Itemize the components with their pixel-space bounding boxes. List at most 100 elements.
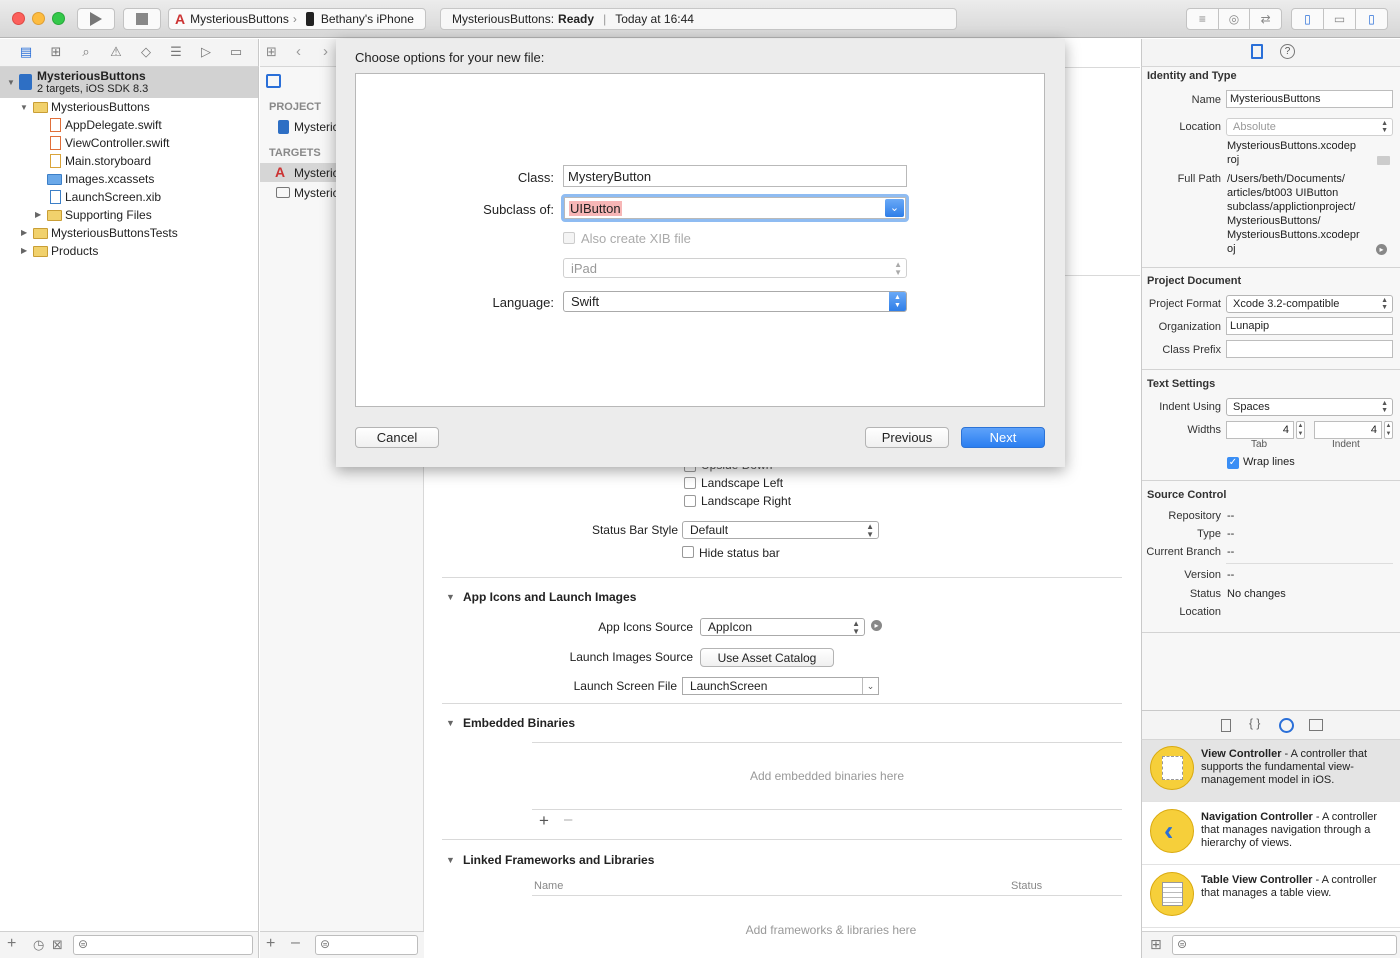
location-popup[interactable]: Absolute ▲ ▼: [1226, 118, 1393, 136]
source-control-filter-icon[interactable]: ⊠: [52, 937, 63, 953]
tree-item[interactable]: Main.storyboard: [0, 152, 259, 170]
object-library-icon[interactable]: [1279, 718, 1294, 733]
media-library-icon[interactable]: [1309, 719, 1323, 731]
tab-width-stepper[interactable]: ▲ ▼: [1296, 421, 1305, 439]
tree-item[interactable]: AppDelegate.swift: [0, 116, 259, 134]
disclosure-open-icon[interactable]: ▼: [20, 103, 28, 112]
file-inspector-icon[interactable]: [1251, 44, 1263, 59]
recent-files-icon[interactable]: ◷: [33, 937, 44, 953]
hide-list-icon[interactable]: [266, 74, 281, 88]
related-items-icon[interactable]: ⊞: [266, 44, 277, 60]
create-xib-checkbox[interactable]: [563, 232, 575, 244]
issue-navigator-icon[interactable]: ⚠: [107, 44, 125, 60]
add-binary-icon[interactable]: +: [539, 811, 549, 831]
column-header-status[interactable]: Status: [1011, 880, 1042, 892]
code-snippet-library-icon[interactable]: { }: [1249, 716, 1260, 730]
tree-item[interactable]: LaunchScreen.xib: [0, 188, 259, 206]
disclosure-closed-icon[interactable]: ▶: [35, 210, 41, 219]
scheme-selector[interactable]: A MysteriousButtons › Bethany's iPhone: [168, 8, 426, 30]
status-bar-style-popup[interactable]: Default ▲ ▼: [682, 521, 879, 539]
close-window-button[interactable]: [12, 12, 25, 25]
minimize-window-button[interactable]: [32, 12, 45, 25]
debug-navigator-icon[interactable]: ☰: [167, 44, 185, 60]
indent-width-stepper[interactable]: ▲ ▼: [1384, 421, 1393, 439]
library-item[interactable]: Table View Controller - A controller tha…: [1142, 866, 1400, 928]
disclosure-open-icon[interactable]: ▼: [7, 78, 15, 87]
tree-item[interactable]: ▶ MysteriousButtonsTests: [0, 224, 259, 242]
target-filter-input[interactable]: ⊜: [315, 935, 418, 955]
reveal-in-finder-icon[interactable]: ▸: [1376, 244, 1387, 255]
project-row[interactable]: ▼ MysteriousButtons 2 targets, iOS SDK 8…: [0, 67, 258, 98]
tree-item[interactable]: ▼ MysteriousButtons: [0, 98, 259, 116]
language-popup[interactable]: Swift ▲ ▼: [563, 291, 907, 312]
project-list-item[interactable]: Mysteric: [260, 118, 339, 136]
hide-status-bar-checkbox[interactable]: [682, 546, 694, 558]
chevron-down-icon[interactable]: ⌄: [862, 678, 878, 694]
choose-folder-icon[interactable]: [1377, 156, 1390, 165]
indent-width-field[interactable]: 4: [1314, 421, 1382, 439]
project-navigator-icon[interactable]: ▤: [17, 44, 35, 60]
back-arrow-icon[interactable]: ‹: [296, 43, 301, 60]
chevron-down-icon[interactable]: ⌄: [885, 199, 904, 217]
tree-item[interactable]: Images.xcassets: [0, 170, 259, 188]
landscape-right-checkbox[interactable]: [684, 495, 696, 507]
report-navigator-icon[interactable]: ▭: [227, 44, 245, 60]
class-prefix-field[interactable]: [1226, 340, 1393, 358]
device-name[interactable]: Bethany's iPhone: [321, 12, 414, 26]
symbol-navigator-icon[interactable]: ⊞: [47, 44, 65, 60]
column-header-name[interactable]: Name: [534, 880, 563, 892]
app-icons-source-popup[interactable]: AppIcon ▲ ▼: [700, 618, 865, 636]
class-name-input[interactable]: MysteryButton: [563, 165, 907, 187]
add-icon[interactable]: +: [7, 935, 16, 953]
tab-width-field[interactable]: 4: [1226, 421, 1294, 439]
target-list-item[interactable]: Mysteric: [260, 184, 339, 202]
disclosure-closed-icon[interactable]: ▶: [21, 228, 27, 237]
disclosure-open-icon[interactable]: ▼: [446, 718, 455, 728]
name-field[interactable]: MysteriousButtons: [1226, 90, 1393, 108]
library-item[interactable]: ‹ Navigation Controller - A controller t…: [1142, 803, 1400, 865]
remove-binary-icon[interactable]: –: [564, 811, 572, 828]
wrap-lines-checkbox[interactable]: ✓: [1227, 457, 1239, 469]
section-divider: [1142, 267, 1400, 268]
forward-arrow-icon[interactable]: ›: [323, 43, 328, 60]
find-navigator-icon[interactable]: ⌕: [77, 44, 95, 60]
quick-help-icon[interactable]: ?: [1280, 44, 1295, 59]
previous-button[interactable]: Previous: [865, 427, 949, 448]
stop-button[interactable]: [123, 8, 161, 30]
use-asset-catalog-button[interactable]: Use Asset Catalog: [700, 648, 834, 667]
device-family-popup[interactable]: iPad ▲ ▼: [563, 258, 907, 278]
tree-item[interactable]: ▶ Supporting Files: [0, 206, 259, 224]
file-template-library-icon[interactable]: [1221, 719, 1231, 732]
standard-editor-icon[interactable]: ≡: [1187, 9, 1219, 29]
remove-target-icon[interactable]: –: [291, 934, 300, 952]
utilities-toggle-icon[interactable]: ▯: [1356, 9, 1387, 29]
run-button[interactable]: [77, 8, 115, 30]
navigator-filter-input[interactable]: ⊜: [73, 935, 253, 955]
landscape-left-checkbox[interactable]: [684, 477, 696, 489]
disclosure-open-icon[interactable]: ▼: [446, 592, 455, 602]
breakpoint-navigator-icon[interactable]: ▷: [197, 44, 215, 60]
indent-using-popup[interactable]: Spaces ▲ ▼: [1226, 398, 1393, 416]
subclass-combo-box[interactable]: UIButton ⌄: [564, 197, 906, 219]
add-target-icon[interactable]: +: [266, 935, 275, 953]
tree-item[interactable]: ▶ Products: [0, 242, 259, 260]
assistant-editor-icon[interactable]: ◎: [1219, 9, 1251, 29]
version-editor-icon[interactable]: ⇄: [1250, 9, 1281, 29]
debug-area-toggle-icon[interactable]: ▭: [1324, 9, 1356, 29]
disclosure-open-icon[interactable]: ▼: [446, 855, 455, 865]
next-button[interactable]: Next: [961, 427, 1045, 448]
test-navigator-icon[interactable]: ◇: [137, 44, 155, 60]
disclosure-closed-icon[interactable]: ▶: [21, 246, 27, 255]
project-format-popup[interactable]: Xcode 3.2-compatible ▲ ▼: [1226, 295, 1393, 313]
library-item[interactable]: View Controller - A controller that supp…: [1142, 740, 1400, 802]
library-filter-input[interactable]: ⊜: [1172, 935, 1397, 955]
target-list-item[interactable]: A Mysteric: [260, 163, 339, 182]
organization-field[interactable]: Lunapip: [1226, 317, 1393, 335]
launch-screen-file-combo[interactable]: LaunchScreen ⌄: [682, 677, 879, 695]
zoom-window-button[interactable]: [52, 12, 65, 25]
navigator-toggle-icon[interactable]: ▯: [1292, 9, 1324, 29]
grid-view-icon[interactable]: ⊞: [1150, 936, 1162, 953]
cancel-button[interactable]: Cancel: [355, 427, 439, 448]
tree-item[interactable]: ViewController.swift: [0, 134, 259, 152]
go-to-arrow-icon[interactable]: ▸: [871, 620, 882, 631]
